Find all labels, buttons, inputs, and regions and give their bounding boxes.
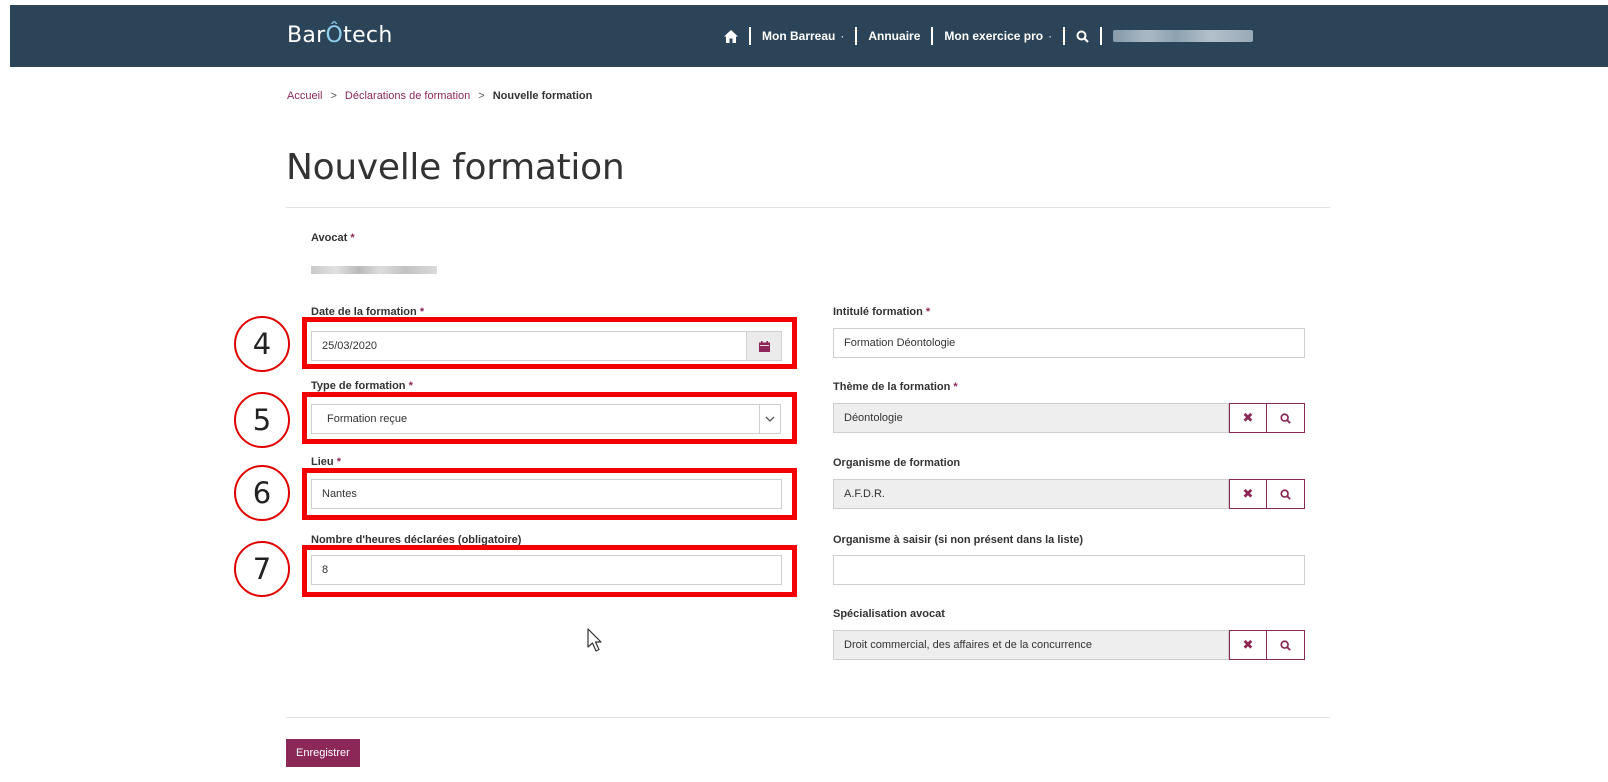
date-label: Date de la formation * — [311, 306, 425, 318]
organisme-saisir-label: Organisme à saisir (si non présent dans … — [833, 534, 1084, 546]
calendar-icon — [758, 340, 770, 352]
logo-accent: Ô — [325, 23, 344, 48]
organisme-value: A.F.D.R. — [844, 488, 885, 500]
step-marker-4: 4 — [234, 316, 290, 372]
page-title: Nouvelle formation — [286, 147, 625, 188]
divider — [286, 207, 1330, 208]
close-icon: ✖ — [1242, 486, 1254, 501]
heures-label: Nombre d'heures déclarées (obligatoire) — [311, 534, 522, 546]
breadcrumb-separator: > — [478, 90, 485, 102]
nav-home[interactable] — [716, 29, 749, 43]
lieu-input[interactable]: Nantes — [311, 479, 782, 509]
theme-search-button[interactable] — [1267, 403, 1305, 433]
type-label: Type de formation * — [311, 380, 413, 392]
specialisation-clear-button[interactable]: ✖ — [1229, 630, 1267, 660]
date-value: 25/03/2020 — [322, 340, 378, 352]
nav-search[interactable] — [1065, 30, 1100, 43]
top-navbar: BarÔtech Mon Barreau · Annuaire Mon exerc… — [10, 5, 1608, 67]
user-name-blurred — [1113, 30, 1254, 42]
organisme-actions: ✖ — [1229, 479, 1305, 509]
organisme-label: Organisme de formation — [833, 457, 961, 469]
select-arrow[interactable] — [759, 405, 780, 433]
theme-clear-button[interactable]: ✖ — [1229, 403, 1267, 433]
step-marker-5: 5 — [234, 392, 290, 448]
intitule-label: Intitulé formation * — [833, 306, 931, 318]
breadcrumb: Accueil > Déclarations de formation > Nouvel… — [287, 90, 592, 102]
avocat-name-blurred — [311, 266, 437, 274]
organisme-field: A.F.D.R. — [833, 479, 1229, 509]
close-icon: ✖ — [1242, 410, 1254, 425]
search-icon — [1280, 488, 1291, 500]
avocat-label: Avocat * — [311, 232, 355, 244]
nav-user-menu[interactable] — [1102, 30, 1264, 42]
chevron-down-icon: · — [1048, 29, 1053, 43]
breadcrumb-current: Nouvelle formation — [492, 90, 593, 102]
organisme-search-button[interactable] — [1267, 479, 1305, 509]
chevron-down-icon — [765, 416, 775, 422]
nav-mon-exercice-pro[interactable]: Mon exercice pro · — [933, 29, 1063, 43]
theme-actions: ✖ — [1229, 403, 1305, 433]
theme-label: Thème de la formation * — [833, 381, 958, 393]
specialisation-field: Droit commercial, des affaires et de la … — [833, 630, 1229, 660]
search-icon — [1280, 639, 1291, 651]
divider — [286, 717, 1330, 718]
intitule-input[interactable]: Formation Déontologie — [833, 328, 1305, 358]
breadcrumb-declarations[interactable]: Déclarations de formation — [345, 90, 470, 102]
search-icon — [1280, 412, 1291, 424]
type-select[interactable]: Formation reçue — [311, 404, 781, 434]
intitule-value: Formation Déontologie — [844, 337, 956, 349]
breadcrumb-home[interactable]: Accueil — [287, 90, 322, 102]
chevron-down-icon: · — [840, 29, 845, 43]
search-icon — [1076, 30, 1089, 43]
date-field[interactable]: 25/03/2020 — [311, 331, 782, 361]
calendar-button[interactable] — [746, 332, 781, 360]
organisme-clear-button[interactable]: ✖ — [1229, 479, 1267, 509]
theme-field: Déontologie — [833, 403, 1229, 433]
mouse-cursor-icon — [587, 628, 602, 652]
heures-input[interactable]: 8 — [311, 555, 782, 585]
nav-annuaire[interactable]: Annuaire — [857, 29, 931, 43]
step-marker-6: 6 — [234, 465, 290, 521]
specialisation-label: Spécialisation avocat — [833, 608, 945, 620]
save-button[interactable]: Enregistrer — [286, 739, 360, 767]
type-value: Formation reçue — [327, 413, 408, 425]
organisme-saisir-input[interactable] — [833, 555, 1305, 585]
lieu-value: Nantes — [322, 488, 357, 500]
theme-value: Déontologie — [844, 412, 903, 424]
logo[interactable]: BarÔtech — [287, 23, 393, 48]
heures-value: 8 — [322, 564, 329, 576]
main-nav: Mon Barreau · Annuaire Mon exercice pro · — [716, 5, 1264, 67]
step-marker-7: 7 — [234, 541, 290, 597]
specialisation-value: Droit commercial, des affaires et de la … — [844, 639, 1093, 651]
specialisation-search-button[interactable] — [1267, 630, 1305, 660]
home-icon — [724, 29, 738, 43]
specialisation-actions: ✖ — [1229, 630, 1305, 660]
close-icon: ✖ — [1242, 637, 1254, 652]
lieu-label: Lieu * — [311, 456, 341, 468]
nav-mon-barreau[interactable]: Mon Barreau · — [751, 29, 855, 43]
breadcrumb-separator: > — [330, 90, 337, 102]
